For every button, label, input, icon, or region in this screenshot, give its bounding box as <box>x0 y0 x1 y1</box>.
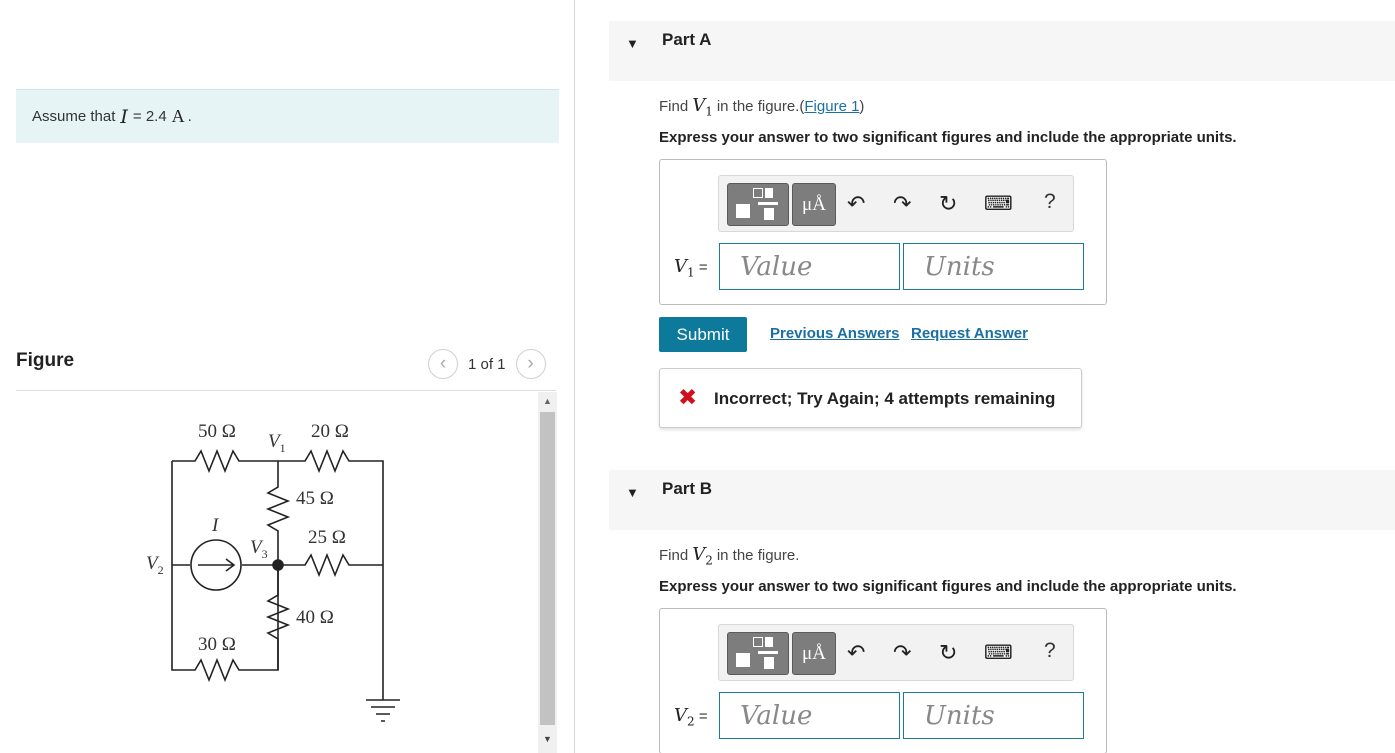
assume-variable: I <box>120 105 128 128</box>
part-a-header[interactable]: ▼ Part A <box>609 21 1395 81</box>
figure-pager: ‹ 1 of 1 › <box>428 349 546 379</box>
node-v3 <box>272 559 284 571</box>
undo-icon[interactable]: ↶ <box>847 639 865 667</box>
templates-button[interactable] <box>727 183 789 226</box>
part-b-header[interactable]: ▼ Part B <box>609 470 1395 530</box>
keyboard-icon[interactable]: ⌨ <box>984 190 1013 218</box>
assumption-box: Assume that I = 2.4 A . <box>16 89 559 143</box>
request-answer-link[interactable]: Request Answer <box>911 325 1028 342</box>
part-b-title: Part B <box>662 479 713 498</box>
part-a-question: Find V1 in the figure.(Figure 1) <box>659 95 865 119</box>
templates-button[interactable] <box>727 632 789 675</box>
value-input[interactable] <box>719 243 900 290</box>
scroll-down-arrow-icon[interactable]: ▼ <box>538 731 557 747</box>
units-button[interactable]: μÅ <box>792 183 836 226</box>
reset-icon[interactable]: ↻ <box>939 639 957 667</box>
prev-figure-button[interactable]: ‹ <box>428 349 458 379</box>
find-prefix: Find <box>659 547 689 564</box>
figure-link[interactable]: Figure 1 <box>804 98 859 115</box>
figure-title: Figure <box>16 350 75 371</box>
label-45-ohm: 45 Ω <box>296 488 334 509</box>
submit-button[interactable]: Submit <box>659 317 747 352</box>
next-figure-button[interactable]: › <box>515 349 546 379</box>
assume-period: . <box>187 108 192 125</box>
scroll-up-arrow-icon[interactable]: ▲ <box>538 392 557 410</box>
find-prefix: Find <box>659 98 689 115</box>
equation-toolbar: μÅ ↶ ↷ ↻ ⌨ ? <box>718 175 1074 232</box>
units-icon: μÅ <box>802 194 826 215</box>
previous-answers-link[interactable]: Previous Answers <box>770 325 900 342</box>
label-v3: V3 <box>250 537 268 561</box>
units-input[interactable] <box>903 243 1084 290</box>
collapse-triangle-icon[interactable]: ▼ <box>626 36 640 51</box>
part-b-answer-box: μÅ ↶ ↷ ↻ ⌨ ? V2 = <box>659 608 1107 753</box>
part-a-instructions: Express your answer to two significant f… <box>659 129 1237 146</box>
assume-value: = 2.4 <box>132 108 167 125</box>
label-40-ohm: 40 Ω <box>296 607 334 628</box>
scroll-thumb[interactable] <box>540 412 555 725</box>
collapse-triangle-icon[interactable]: ▼ <box>626 485 640 500</box>
units-button[interactable]: μÅ <box>792 632 836 675</box>
part-b-question: Find V2 in the figure. <box>659 544 799 568</box>
value-input[interactable] <box>719 692 900 739</box>
pane-divider <box>574 0 575 753</box>
part-a-answer-box: μÅ ↶ ↷ ↻ ⌨ ? V1 = <box>659 159 1107 305</box>
equation-toolbar: μÅ ↶ ↷ ↻ ⌨ ? <box>718 624 1074 681</box>
left-pane: Assume that I = 2.4 A . Figure ‹ 1 of 1 … <box>0 0 574 753</box>
units-input[interactable] <box>903 692 1084 739</box>
part-a-title: Part A <box>662 30 712 49</box>
current-arrow-icon <box>198 558 236 572</box>
find-variable: V1 <box>692 95 713 119</box>
feedback-text: Incorrect; Try Again; 4 attempts remaini… <box>714 389 1056 408</box>
circuit-diagram: 50 Ω 20 Ω 45 Ω 25 Ω 40 Ω 30 Ω V1 V2 V3 I <box>146 421 400 722</box>
keyboard-icon[interactable]: ⌨ <box>984 639 1013 667</box>
undo-icon[interactable]: ↶ <box>847 190 865 218</box>
label-current-i: I <box>211 515 220 536</box>
figure-scrollbar[interactable]: ▲ ▼ <box>538 392 557 753</box>
help-icon[interactable]: ? <box>1044 190 1056 214</box>
chevron-left-icon: ‹ <box>439 353 447 374</box>
label-20-ohm: 20 Ω <box>311 421 349 442</box>
find-suffix: in the figure. <box>716 547 800 564</box>
label-30-ohm: 30 Ω <box>198 634 236 655</box>
ground-icon <box>366 670 400 722</box>
find-variable: V2 <box>692 544 713 568</box>
chevron-right-icon: › <box>527 353 534 374</box>
units-icon: μÅ <box>802 643 826 664</box>
feedback-message: ✖ Incorrect; Try Again; 4 attempts remai… <box>659 368 1082 428</box>
answer-label: V1 = <box>674 256 708 280</box>
redo-icon[interactable]: ↷ <box>893 639 911 667</box>
label-50-ohm: 50 Ω <box>198 421 236 442</box>
assume-prefix: Assume that <box>32 108 116 125</box>
assume-unit: A <box>171 106 185 126</box>
part-b-instructions: Express your answer to two significant f… <box>659 578 1237 595</box>
figure-divider <box>16 390 556 391</box>
reset-icon[interactable]: ↻ <box>939 190 957 218</box>
label-v1: V1 <box>268 431 286 455</box>
find-suffix: in the figure. <box>716 98 800 115</box>
label-v2: V2 <box>146 553 164 577</box>
redo-icon[interactable]: ↷ <box>893 190 911 218</box>
label-25-ohm: 25 Ω <box>308 527 346 548</box>
pager-text: 1 of 1 <box>468 355 506 373</box>
help-icon[interactable]: ? <box>1044 639 1056 663</box>
error-x-icon: ✖ <box>678 384 698 410</box>
resistor-25-wire <box>278 552 383 578</box>
answer-label: V2 = <box>674 705 708 729</box>
